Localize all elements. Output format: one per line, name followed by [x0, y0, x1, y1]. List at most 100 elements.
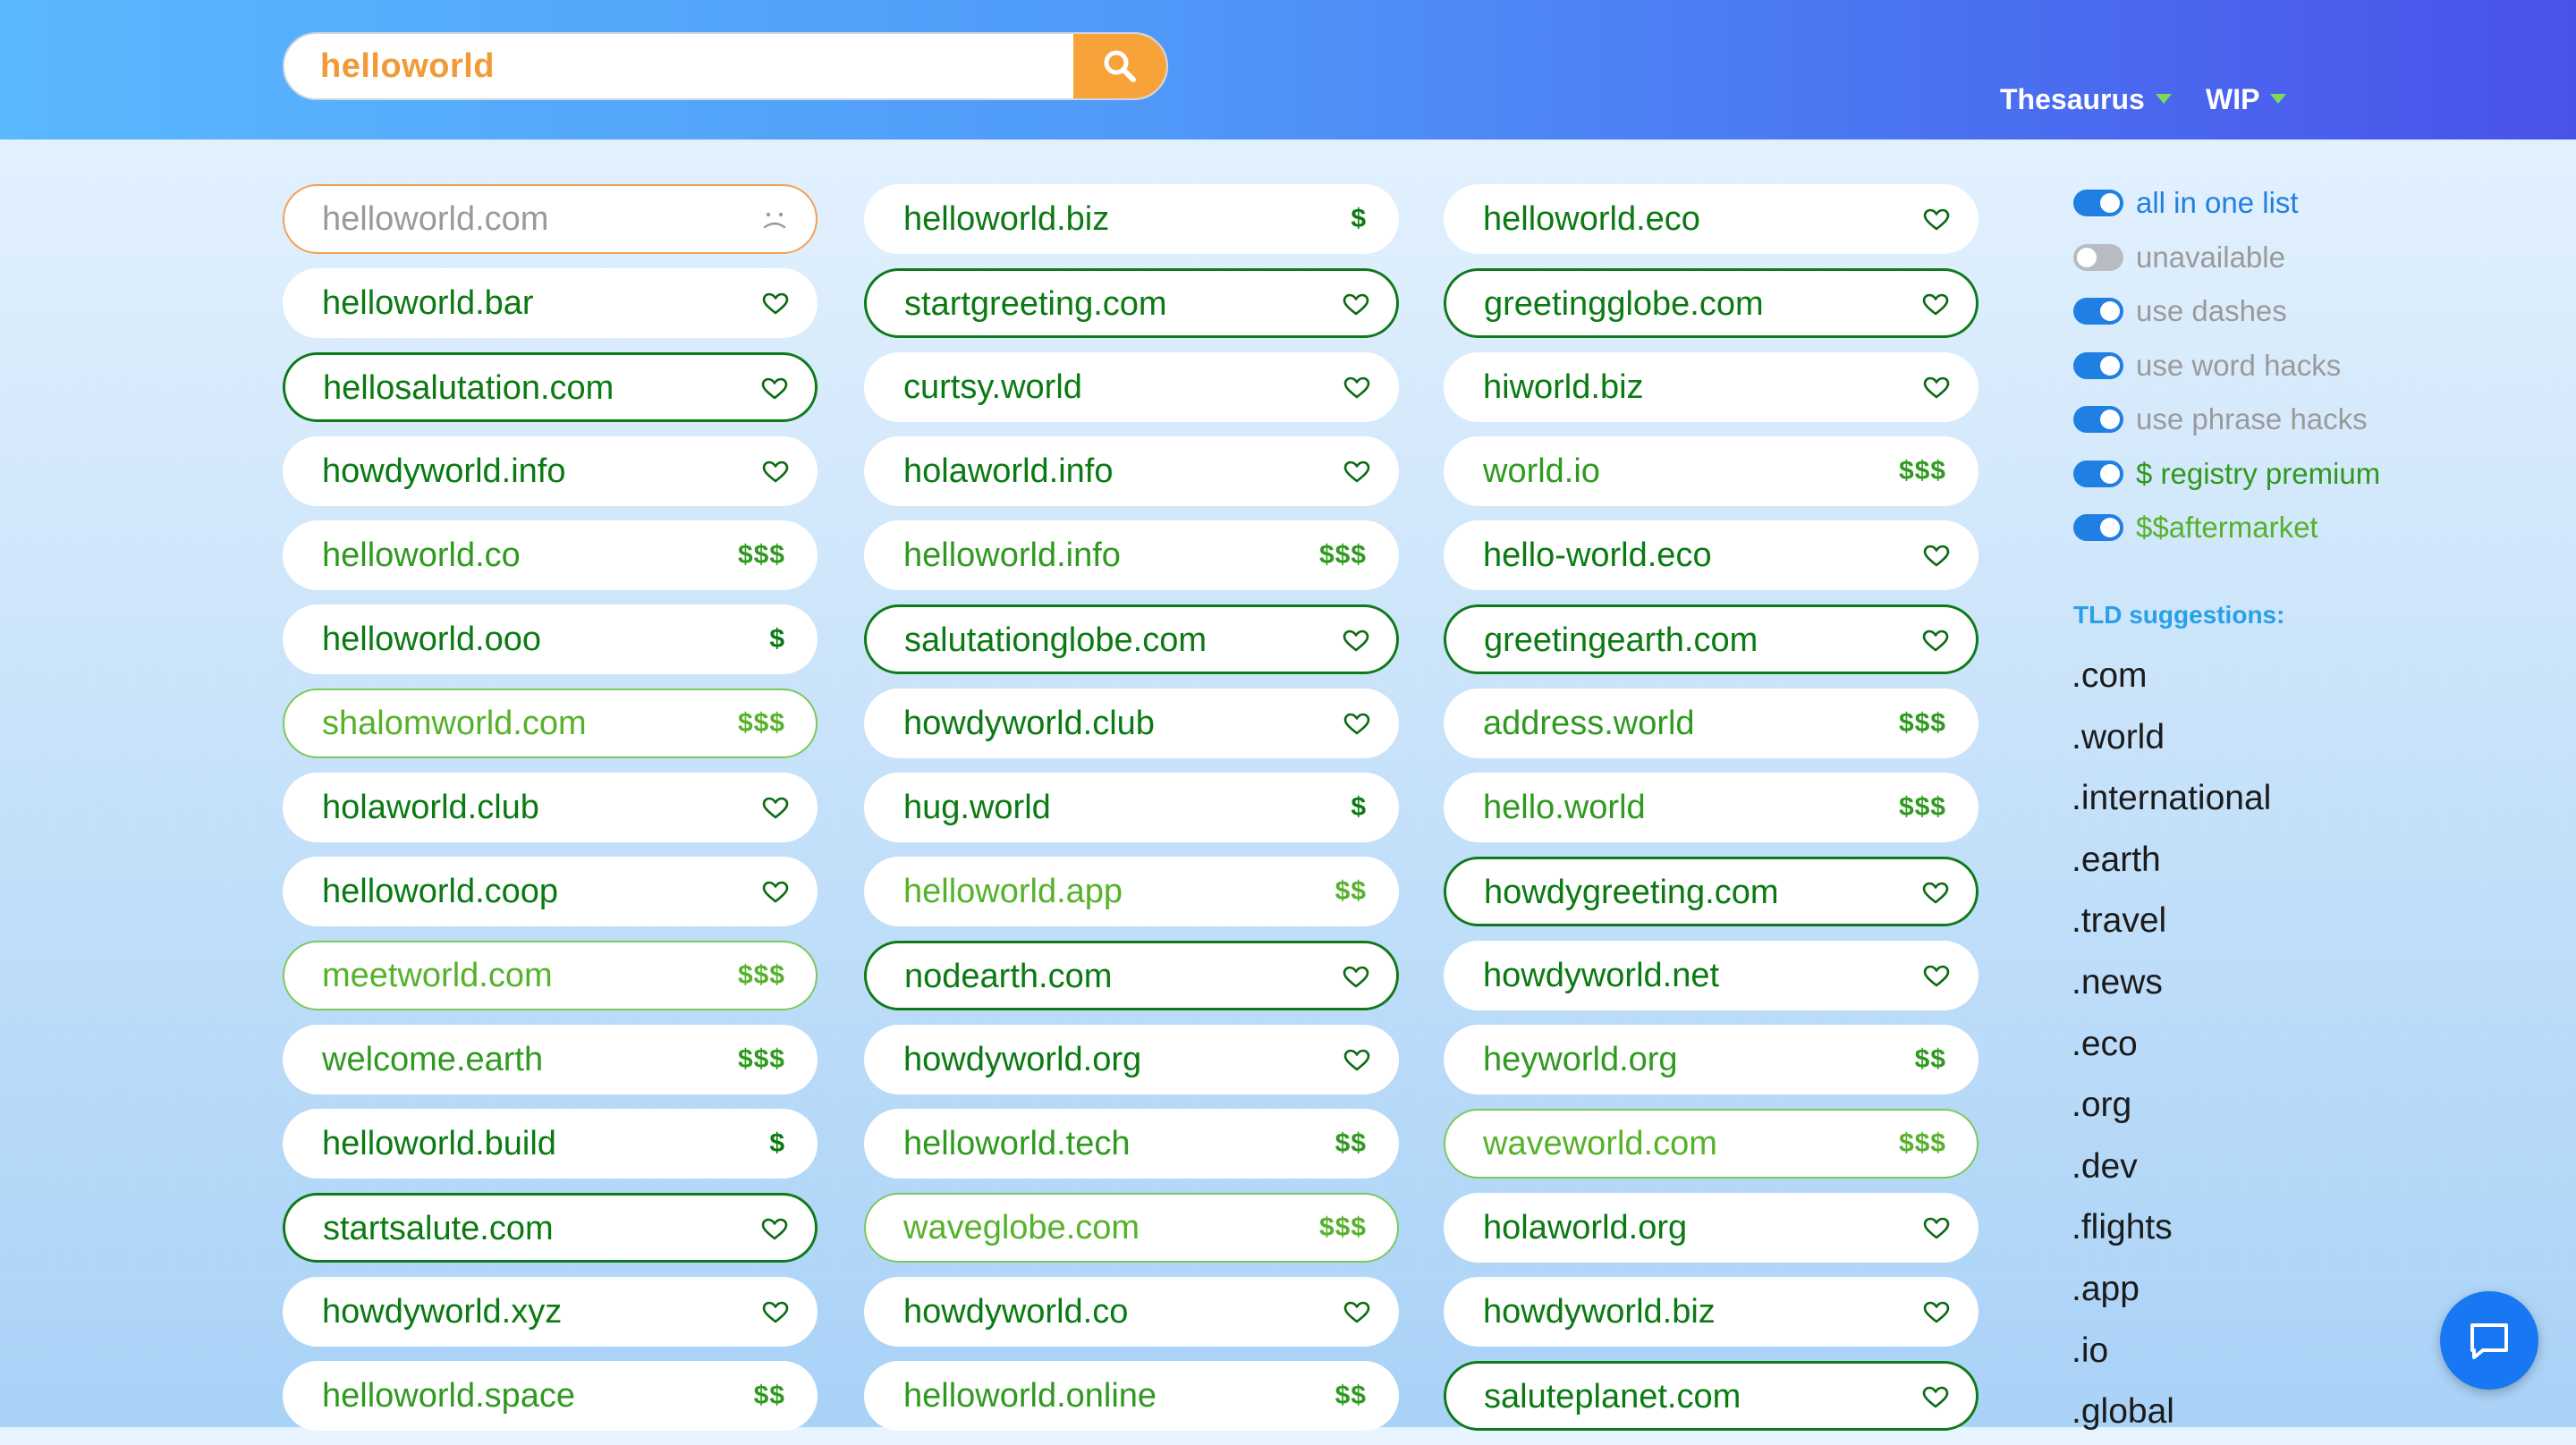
toggle-switch[interactable] [2073, 460, 2123, 487]
heart-icon[interactable] [1922, 882, 1949, 905]
domain-result[interactable]: helloworld.space $$ [283, 1361, 818, 1431]
domain-result[interactable]: curtsy.world [864, 352, 1399, 422]
heart-icon[interactable] [762, 292, 789, 316]
heart-icon[interactable] [761, 1218, 788, 1241]
domain-result[interactable]: hello-world.eco [1444, 520, 1979, 590]
domain-result[interactable]: helloworld.eco [1444, 184, 1979, 254]
domain-result[interactable]: nodearth.com [864, 941, 1399, 1010]
toggle-switch[interactable] [2073, 298, 2123, 325]
tld-suggestion[interactable]: .international [2072, 768, 2271, 830]
domain-result[interactable]: howdyworld.org [864, 1025, 1399, 1094]
tld-suggestion[interactable]: .app [2072, 1259, 2271, 1321]
heart-icon[interactable] [1923, 376, 1950, 400]
chat-button[interactable] [2440, 1291, 2538, 1390]
domain-result[interactable]: waveglobe.com $$$ [864, 1193, 1399, 1263]
domain-result[interactable]: startsalute.com [283, 1193, 818, 1263]
toggle-switch[interactable] [2073, 406, 2123, 433]
heart-icon[interactable] [762, 881, 789, 904]
domain-result[interactable]: helloworld.co $$$ [283, 520, 818, 590]
heart-icon[interactable] [1923, 545, 1950, 568]
tld-suggestion[interactable]: .flights [2072, 1197, 2271, 1259]
price-badge: $$$ [1898, 456, 1946, 486]
thesaurus-menu[interactable]: Thesaurus [2000, 79, 2172, 120]
tld-suggestion[interactable]: .org [2072, 1075, 2271, 1137]
heart-icon[interactable] [761, 377, 788, 401]
heart-icon[interactable] [1923, 1217, 1950, 1240]
domain-name: helloworld.space [322, 1377, 576, 1415]
domain-result[interactable]: helloworld.com [283, 184, 818, 254]
domain-result[interactable]: greetingglobe.com [1444, 268, 1979, 338]
domain-result[interactable]: meetworld.com $$$ [283, 941, 818, 1010]
domain-result[interactable]: holaworld.club [283, 773, 818, 842]
tld-suggestion[interactable]: .eco [2072, 1014, 2271, 1076]
heart-icon[interactable] [1343, 630, 1369, 653]
toggle-switch[interactable] [2073, 514, 2123, 541]
tld-suggestion[interactable]: .io [2072, 1321, 2271, 1382]
domain-result[interactable]: helloworld.ooo $ [283, 604, 818, 674]
domain-result[interactable]: waveworld.com $$$ [1444, 1109, 1979, 1179]
domain-result[interactable]: howdyworld.co [864, 1277, 1399, 1347]
domain-result[interactable]: howdyworld.biz [1444, 1277, 1979, 1347]
heart-icon[interactable] [1343, 713, 1370, 736]
heart-icon[interactable] [762, 1301, 789, 1324]
domain-result[interactable]: helloworld.coop [283, 857, 818, 926]
domain-result[interactable]: salutationglobe.com [864, 604, 1399, 674]
tld-suggestion[interactable]: .travel [2072, 891, 2271, 952]
domain-result[interactable]: heyworld.org $$ [1444, 1025, 1979, 1094]
heart-icon[interactable] [1343, 293, 1369, 317]
domain-result[interactable]: world.io $$$ [1444, 436, 1979, 506]
tld-suggestion[interactable]: .world [2072, 707, 2271, 769]
heart-icon[interactable] [1343, 1301, 1370, 1324]
heart-icon[interactable] [1343, 1049, 1370, 1072]
tld-suggestion[interactable]: .news [2072, 952, 2271, 1014]
domain-result[interactable]: howdygreeting.com [1444, 857, 1979, 926]
domain-result[interactable]: helloworld.build $ [283, 1109, 818, 1179]
heart-icon[interactable] [762, 797, 789, 820]
heart-icon[interactable] [1923, 965, 1950, 988]
tld-suggestion[interactable]: .dev [2072, 1137, 2271, 1198]
domain-result[interactable]: hug.world $ [864, 773, 1399, 842]
domain-result[interactable]: welcome.earth $$$ [283, 1025, 818, 1094]
heart-icon[interactable] [1923, 1301, 1950, 1324]
domain-result[interactable]: holaworld.info [864, 436, 1399, 506]
heart-icon[interactable] [762, 461, 789, 484]
heart-icon[interactable] [1343, 966, 1369, 989]
domain-result[interactable]: howdyworld.xyz [283, 1277, 818, 1347]
domain-result[interactable]: helloworld.online $$ [864, 1361, 1399, 1431]
domain-result[interactable]: address.world $$$ [1444, 689, 1979, 758]
heart-icon[interactable] [1922, 1386, 1949, 1409]
domain-result[interactable]: helloworld.info $$$ [864, 520, 1399, 590]
tld-suggestion[interactable]: .global [2072, 1382, 2271, 1443]
domain-result[interactable]: greetingearth.com [1444, 604, 1979, 674]
domain-result[interactable]: howdyworld.info [283, 436, 818, 506]
domain-result[interactable]: howdyworld.club [864, 689, 1399, 758]
price-badge: $$$ [1318, 540, 1367, 570]
toggle-switch[interactable] [2073, 351, 2123, 379]
price-badge: $ [1351, 792, 1367, 822]
domain-result[interactable]: shalomworld.com $$$ [283, 689, 818, 758]
domain-result[interactable]: hello.world $$$ [1444, 773, 1979, 842]
toggle-switch[interactable] [2073, 190, 2123, 216]
domain-result[interactable]: startgreeting.com [864, 268, 1399, 338]
heart-icon[interactable] [1343, 461, 1370, 484]
wip-menu[interactable]: WIP [2206, 79, 2287, 120]
domain-result[interactable]: helloworld.tech $$ [864, 1109, 1399, 1179]
domain-result[interactable]: howdyworld.net [1444, 941, 1979, 1010]
domain-result[interactable]: hellosalutation.com [283, 352, 818, 422]
search-input[interactable]: helloworld [320, 34, 495, 98]
domain-name: startsalute.com [323, 1210, 554, 1247]
domain-result[interactable]: hiworld.biz [1444, 352, 1979, 422]
domain-result[interactable]: helloworld.app $$ [864, 857, 1399, 926]
search-button[interactable] [1073, 34, 1166, 98]
tld-suggestion[interactable]: .earth [2072, 830, 2271, 892]
domain-result[interactable]: helloworld.bar [283, 268, 818, 338]
domain-result[interactable]: helloworld.biz $ [864, 184, 1399, 254]
heart-icon[interactable] [1923, 208, 1950, 232]
toggle-switch[interactable] [2073, 243, 2123, 271]
heart-icon[interactable] [1922, 630, 1949, 653]
heart-icon[interactable] [1343, 376, 1370, 400]
tld-suggestion[interactable]: .com [2072, 646, 2271, 707]
heart-icon[interactable] [1922, 293, 1949, 317]
domain-result[interactable]: saluteplanet.com [1444, 1361, 1979, 1431]
domain-result[interactable]: holaworld.org [1444, 1193, 1979, 1263]
